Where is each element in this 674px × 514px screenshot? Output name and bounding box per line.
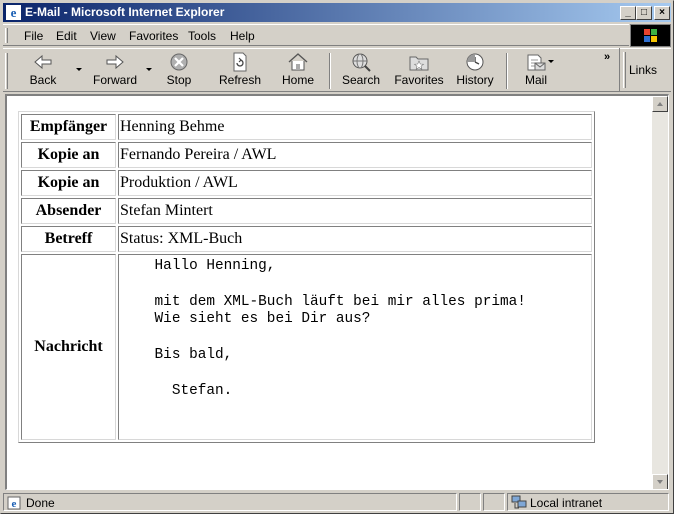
back-arrow-icon: [34, 54, 52, 70]
svg-text:e: e: [12, 498, 17, 510]
message-body-cell: Hallo Henning, mit dem XML-Buch läuft be…: [118, 254, 592, 440]
row-value: Produktion / AWL: [118, 170, 592, 196]
toolbar-grip[interactable]: [5, 53, 8, 89]
forward-dropdown-arrow-icon[interactable]: [146, 68, 152, 71]
back-dropdown-arrow-icon[interactable]: [76, 68, 82, 71]
home-icon: [288, 53, 308, 71]
row-value: Fernando Pereira / AWL: [118, 142, 592, 168]
scroll-down-arrow-icon: [657, 480, 663, 484]
vertical-scrollbar[interactable]: [652, 96, 668, 489]
scroll-down-button[interactable]: [652, 474, 668, 489]
row-label: Empfänger: [21, 114, 116, 140]
mail-button[interactable]: Mail: [517, 52, 555, 90]
status-panel-main: e Done: [3, 493, 457, 511]
forward-arrow-icon: [106, 54, 124, 70]
search-globe-icon: [352, 53, 371, 72]
menu-edit[interactable]: Edit: [56, 29, 77, 43]
windows-throbber: [630, 24, 671, 47]
email-row-cc: Kopie an Fernando Pereira / AWL: [21, 142, 592, 168]
email-row-subject: Betreff Status: XML-Buch: [21, 226, 592, 252]
local-intranet-icon: [511, 495, 527, 509]
mail-dropdown-arrow-icon[interactable]: [548, 60, 554, 63]
menu-favorites[interactable]: Favorites: [129, 29, 178, 43]
toolbar-chevron-icon[interactable]: »: [604, 51, 610, 63]
close-button[interactable]: ×: [654, 6, 670, 20]
toolbar-separator: [329, 53, 331, 89]
zone-panel[interactable]: Local intranet: [507, 493, 669, 511]
back-button[interactable]: Back: [17, 52, 69, 90]
links-grip[interactable]: [623, 52, 626, 88]
status-bar: e Done Local intranet: [3, 492, 671, 512]
menu-tools[interactable]: Tools: [188, 29, 216, 43]
page-content: Empfänger Henning Behme Kopie an Fernand…: [5, 94, 669, 490]
minimize-button[interactable]: _: [620, 6, 636, 20]
status-text: Done: [26, 496, 55, 510]
menu-help[interactable]: Help: [230, 29, 255, 43]
menubar-grip[interactable]: [5, 28, 8, 43]
refresh-icon: [233, 52, 247, 72]
ie-logo-icon: e: [6, 5, 21, 20]
row-label: Kopie an: [21, 142, 116, 168]
svg-text:e: e: [11, 5, 17, 20]
row-value: Henning Behme: [118, 114, 592, 140]
forward-button[interactable]: Forward: [87, 52, 143, 90]
favorites-button[interactable]: Favorites: [394, 52, 444, 90]
email-table: Empfänger Henning Behme Kopie an Fernand…: [18, 111, 595, 443]
refresh-button[interactable]: Refresh: [216, 52, 264, 90]
mail-icon: [527, 54, 546, 71]
zone-text: Local intranet: [530, 496, 603, 510]
standard-toolbar: Back Forward Stop Refresh Home Search Fa…: [3, 48, 671, 92]
email-row-cc: Kopie an Produktion / AWL: [21, 170, 592, 196]
browser-window: e E-Mail - Microsoft Internet Explorer _…: [0, 0, 674, 514]
row-label: Betreff: [21, 226, 116, 252]
windows-flag-icon: [644, 29, 657, 42]
email-row-recipient: Empfänger Henning Behme: [21, 114, 592, 140]
email-row-message: Nachricht Hallo Henning, mit dem XML-Buc…: [21, 254, 592, 440]
message-label: Nachricht: [21, 254, 116, 440]
history-clock-icon: [466, 53, 484, 71]
email-row-sender: Absender Stefan Mintert: [21, 198, 592, 224]
row-label: Kopie an: [21, 170, 116, 196]
links-bar[interactable]: Links: [619, 48, 671, 92]
menu-view[interactable]: View: [90, 29, 116, 43]
status-panel: [483, 493, 505, 511]
stop-button[interactable]: Stop: [159, 52, 199, 90]
menu-bar: File Edit View Favorites Tools Help: [3, 24, 629, 46]
row-value: Stefan Mintert: [118, 198, 592, 224]
links-label[interactable]: Links: [629, 63, 657, 77]
title-bar[interactable]: e E-Mail - Microsoft Internet Explorer _…: [3, 3, 671, 22]
page-done-icon: e: [7, 496, 21, 510]
status-panel: [459, 493, 481, 511]
scroll-up-button[interactable]: [652, 96, 668, 112]
home-button[interactable]: Home: [279, 52, 317, 90]
stop-icon: [170, 53, 188, 71]
maximize-button[interactable]: □: [636, 6, 652, 20]
toolbar-separator: [506, 53, 508, 89]
message-body: Hallo Henning, mit dem XML-Buch läuft be…: [154, 258, 526, 399]
row-label: Absender: [21, 198, 116, 224]
row-value: Status: XML-Buch: [118, 226, 592, 252]
search-button[interactable]: Search: [339, 52, 383, 90]
favorites-folder-icon: [409, 56, 429, 71]
history-button[interactable]: History: [455, 52, 495, 90]
window-title: E-Mail - Microsoft Internet Explorer: [25, 5, 225, 19]
menu-file[interactable]: File: [24, 29, 43, 43]
scroll-up-arrow-icon: [657, 102, 663, 106]
